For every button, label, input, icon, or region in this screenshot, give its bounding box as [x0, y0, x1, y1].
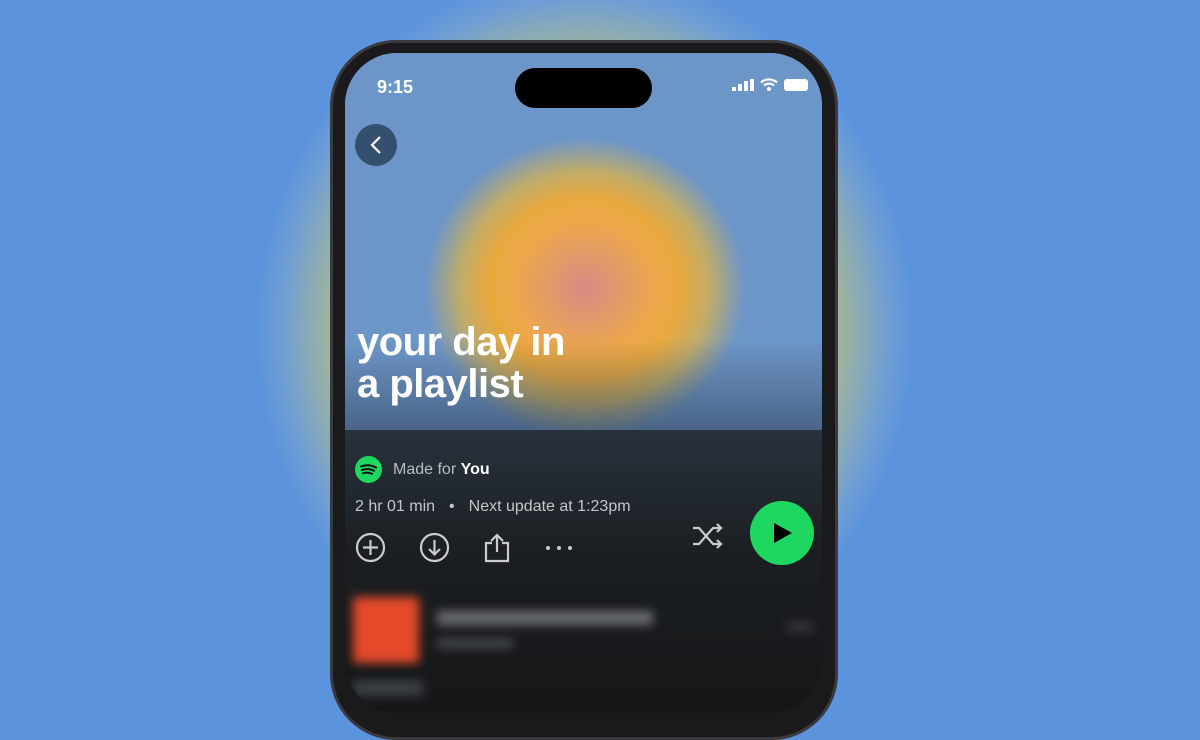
wifi-icon [760, 78, 778, 91]
made-for-name: You [460, 460, 490, 478]
download-icon[interactable] [419, 532, 450, 563]
back-button[interactable] [355, 124, 397, 166]
track-more-icon[interactable] [787, 623, 813, 631]
track-title-blurred [437, 611, 653, 625]
add-icon[interactable] [355, 532, 386, 563]
track-artwork [353, 597, 419, 663]
made-for-row: Made for You [355, 456, 490, 483]
action-bar [355, 532, 574, 563]
next-update: Next update at 1:23pm [468, 498, 631, 515]
spotify-logo-icon [355, 456, 382, 483]
track-row[interactable] [353, 597, 813, 667]
title-line-2: a playlist [357, 362, 524, 406]
status-time: 9:15 [377, 77, 414, 97]
separator: • [449, 498, 455, 515]
share-icon[interactable] [483, 532, 511, 563]
dynamic-island [515, 68, 652, 108]
playlist-panel: Made for You 2 hr 01 min • Next update a… [345, 430, 822, 713]
signal-icon [732, 79, 754, 91]
chevron-left-icon [370, 136, 381, 154]
title-line-1: your day in [357, 320, 565, 364]
phone-screen: 9:15 your day in a playlist Made for You… [345, 53, 822, 713]
playlist-title: your day in a playlist [357, 321, 565, 405]
playlist-meta: 2 hr 01 min • Next update at 1:23pm [355, 498, 631, 516]
shuffle-icon[interactable] [691, 522, 725, 550]
track-row[interactable] [353, 680, 473, 700]
more-options-icon[interactable] [544, 544, 574, 552]
made-for-label: Made for [393, 460, 457, 478]
status-icons [732, 78, 810, 91]
play-icon [774, 523, 792, 543]
battery-icon [784, 79, 808, 91]
duration: 2 hr 01 min [355, 498, 436, 515]
play-button[interactable] [750, 501, 814, 565]
track-artist-blurred [437, 639, 513, 648]
